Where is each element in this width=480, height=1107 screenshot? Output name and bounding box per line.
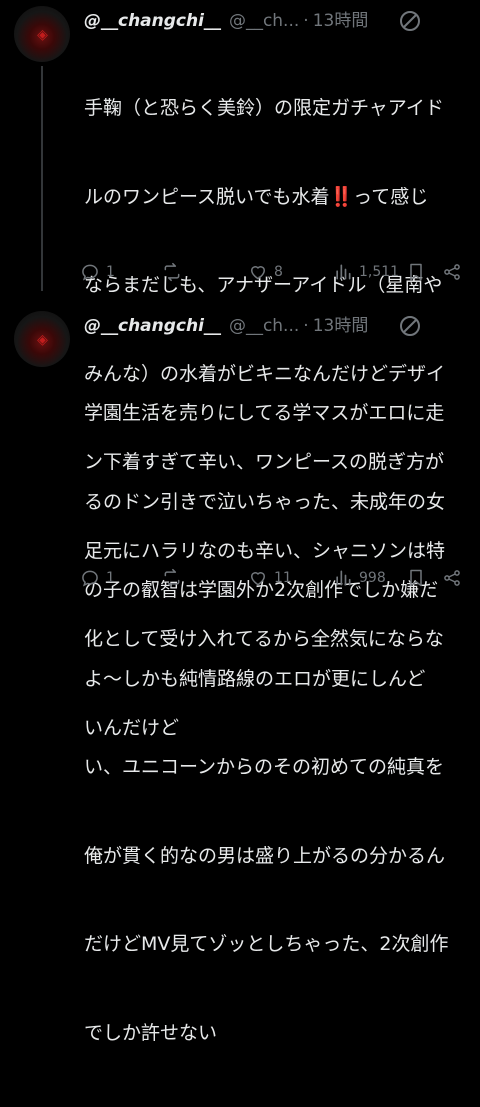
separator: · [303, 11, 309, 31]
views-bar-icon [336, 570, 351, 586]
text-line: だけどMV見てゾッとしちゃった、2次創作 [84, 933, 449, 955]
views-button[interactable]: 1,511 [333, 260, 399, 284]
user-handle[interactable]: @__ch... [229, 10, 299, 32]
no-entry-icon[interactable] [398, 314, 422, 338]
avatar[interactable]: ◈ [14, 311, 70, 367]
view-count: 1,511 [359, 264, 400, 280]
text-line: 手鞠（と恐らく美鈴）の限定ガチャアイド [84, 97, 444, 119]
reply-icon [82, 264, 98, 281]
display-name[interactable]: @__changchi__ [84, 10, 221, 32]
avatar-logo: ◈ [37, 332, 48, 349]
text-line: でしか許せない [84, 1021, 218, 1044]
reply-button[interactable]: 1 [80, 260, 115, 284]
reply-count: 1 [106, 264, 115, 280]
user-handle[interactable]: @__ch... [229, 315, 299, 337]
share-button[interactable] [442, 566, 462, 590]
thread-line [41, 66, 43, 291]
text-line: い、ユニコーンからのその初めての純真を [84, 756, 445, 778]
share-icon [444, 570, 460, 586]
text-line: よ〜しかも純情路線のエロが更にしんど [84, 667, 426, 690]
text-line: 俺が貫く的なの男は盛り上がるの分かるん [84, 844, 446, 867]
bookmark-button[interactable] [406, 566, 426, 590]
text-line: 学園生活を売りにしてる学マスがエロに走 [84, 402, 445, 424]
bookmark-button[interactable] [406, 260, 426, 284]
repost-button[interactable] [162, 260, 188, 284]
repost-button[interactable] [162, 566, 188, 590]
tweet-text: 学園生活を売りにしてる学マスがエロに走 るのドン引きで泣いちゃった、未成年の女 … [84, 340, 474, 1107]
repost-icon [164, 568, 180, 588]
avatar-logo: ◈ [37, 27, 48, 44]
display-name[interactable]: @__changchi__ [84, 315, 221, 337]
reply-button[interactable]: 1 [80, 566, 115, 590]
text-line: ルのワンピース脱いでも水着‼️って感じ [84, 185, 429, 208]
like-count: 11 [274, 570, 292, 586]
separator: · [303, 316, 309, 336]
repost-icon [164, 262, 180, 282]
reply-icon [82, 570, 98, 587]
bookmark-icon [410, 263, 422, 281]
views-button[interactable]: 998 [333, 566, 386, 590]
share-icon [444, 264, 460, 280]
heart-icon [251, 266, 265, 280]
tweet-header: @__changchi__ @__ch... · 13時間 [84, 10, 368, 32]
bookmark-icon [410, 569, 422, 587]
reply-count: 1 [106, 570, 115, 586]
like-button[interactable]: 8 [248, 260, 283, 284]
avatar[interactable]: ◈ [14, 6, 70, 62]
action-bar: 1 8 1,511 [80, 260, 470, 284]
like-button[interactable]: 11 [248, 566, 292, 590]
share-button[interactable] [442, 260, 462, 284]
action-bar: 1 11 998 [80, 566, 470, 590]
timestamp[interactable]: 13時間 [313, 315, 369, 337]
views-bar-icon [336, 264, 351, 280]
timestamp[interactable]: 13時間 [313, 10, 369, 32]
tweet-header: @__changchi__ @__ch... · 13時間 [84, 315, 368, 337]
like-count: 8 [274, 264, 283, 280]
text-line: るのドン引きで泣いちゃった、未成年の女 [84, 490, 446, 513]
view-count: 998 [359, 570, 386, 586]
no-entry-icon[interactable] [398, 9, 422, 33]
heart-icon [251, 572, 265, 586]
